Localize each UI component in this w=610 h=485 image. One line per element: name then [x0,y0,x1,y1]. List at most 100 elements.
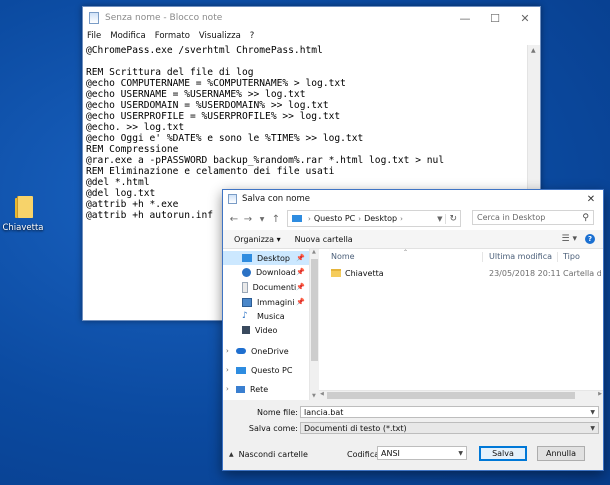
maximize-icon[interactable]: ☐ [480,7,510,29]
back-arrow-icon[interactable]: ← [227,214,241,225]
search-input[interactable]: Cerca in Desktop ⚲ [472,210,594,225]
menu-modifica[interactable]: Modifica [110,31,146,41]
tree-item-download[interactable]: Download 📌 [223,265,309,279]
scroll-up-icon[interactable]: ▲ [312,249,316,255]
scroll-right-icon[interactable]: ▶ [598,391,602,397]
dialog-toolbar: Organizza ▾ Nuova cartella ☰ ▾ ? [223,230,603,248]
filename-input[interactable]: lancia.bat ▼ [300,406,599,418]
minimize-icon[interactable]: — [450,7,480,29]
savetype-label: Salva come: [248,424,298,433]
text-line: @ChromePass.exe /sverhtml ChromePass.htm… [86,45,323,56]
file-type: Cartella di file [563,269,601,278]
expand-chevron-icon[interactable]: › [226,347,229,355]
search-placeholder: Cerca in Desktop [477,213,546,222]
documents-icon [242,281,248,293]
menu-visualizza[interactable]: Visualizza [199,31,241,41]
tree-item-musica[interactable]: ♪ Musica [223,309,309,323]
organize-button[interactable]: Organizza ▾ [234,235,281,244]
chevron-down-icon[interactable]: ▼ [590,407,595,419]
video-icon [242,326,250,334]
file-list-header: Nome ⌃ Ultima modifica Tipo [319,249,603,263]
file-name: Chiavetta [345,269,384,278]
text-line: @echo USERPROFILE = %USERPROFILE% >> log… [86,111,341,122]
tree-item-label: Download [256,267,296,277]
tree-item-onedrive[interactable]: › OneDrive [223,344,309,358]
text-line: @echo Oggi e' %DATE% e sono le %TIME% >>… [86,133,364,144]
desktop-icon [242,254,252,262]
column-header-ultima-modifica[interactable]: Ultima modifica [489,252,552,261]
navigation-pane-scrollbar[interactable]: ▲ ▼ [309,249,319,400]
chevron-up-icon: ▲ [229,451,234,458]
up-arrow-icon[interactable]: ↑ [269,214,283,225]
filename-value: lancia.bat [304,408,344,417]
tree-item-label: Rete [250,384,269,394]
dialog-app-icon [228,194,237,204]
refresh-icon[interactable]: ↻ [445,213,460,224]
chevron-right-icon[interactable]: › [358,215,361,223]
scroll-up-icon[interactable]: ▲ [531,47,536,54]
scrollbar-thumb[interactable] [327,392,575,399]
chevron-right-icon[interactable]: › [400,215,403,223]
text-line: @echo. >> log.txt [86,122,185,133]
view-options-icon[interactable]: ☰ ▾ [562,234,577,244]
breadcrumb-desktop[interactable]: Desktop [364,214,397,223]
recent-chevron-icon[interactable]: ▼ [255,216,269,223]
notepad-menubar: File Modifica Formato Visualizza ? [83,29,540,43]
text-line: REM Eliminazione e celamento dei file us… [86,166,335,177]
close-icon[interactable]: ✕ [579,194,603,205]
scroll-left-icon[interactable]: ◀ [320,391,324,397]
text-line: REM Compressione [86,144,179,155]
dialog-title: Salva con nome [242,194,310,204]
text-line: @echo USERNAME = %USERNAME% >> log.txt [86,89,306,100]
menu-formato[interactable]: Formato [155,31,190,41]
chevron-down-icon[interactable]: ▼ [458,447,463,460]
tree-item-questo-pc[interactable]: › Questo PC [223,363,309,377]
new-folder-button[interactable]: Nuova cartella [295,235,353,244]
address-bar[interactable]: › Questo PC › Desktop › ▼ ↻ [287,210,461,227]
chevron-down-icon[interactable]: ▼ [590,423,595,435]
table-row[interactable]: Chiavetta 23/05/2018 20:11 Cartella di f… [319,268,603,282]
dialog-titlebar[interactable]: Salva con nome ✕ [223,190,603,208]
download-icon [242,267,251,277]
tree-item-label: OneDrive [251,346,289,356]
breadcrumb-questo-pc[interactable]: Questo PC [314,214,355,223]
save-as-dialog: Salva con nome ✕ ← → ▼ ↑ › Questo PC › D… [222,189,604,471]
close-icon[interactable]: ✕ [510,7,540,29]
expand-chevron-icon[interactable]: › [226,366,229,374]
column-header-tipo[interactable]: Tipo [563,252,580,261]
help-icon[interactable]: ? [585,234,595,244]
computer-icon [236,366,246,374]
tree-item-video[interactable]: Video [223,323,309,337]
menu-help[interactable]: ? [250,31,255,41]
dialog-footer: ▲ Nascondi cartelle Codifica: ANSI ▼ Sal… [223,442,603,470]
search-icon: ⚲ [582,212,589,223]
folder-icon [15,196,33,218]
scrollbar-thumb[interactable] [311,259,318,361]
savetype-select[interactable]: Documenti di testo (*.txt) ▼ [300,422,599,434]
notepad-titlebar[interactable]: Senza nome - Blocco note — ☐ ✕ [83,7,540,29]
sort-up-icon: ⌃ [403,249,409,256]
tree-item-immagini[interactable]: Immagini 📌 [223,295,309,309]
notepad-app-icon [89,12,99,24]
cancel-button[interactable]: Annulla [537,446,585,461]
address-dropdown-icon[interactable]: ▼ [434,215,445,223]
expand-chevron-icon[interactable]: › [226,385,229,393]
encoding-select[interactable]: ANSI ▼ [377,446,467,460]
tree-item-rete[interactable]: › Rete [223,382,309,396]
tree-item-label: Immagini [257,297,295,307]
file-list-horizontal-scrollbar[interactable]: ◀ ▶ [319,390,603,400]
tree-item-documenti[interactable]: Documenti 📌 [223,280,309,294]
menu-file[interactable]: File [87,31,101,41]
tree-item-desktop[interactable]: Desktop 📌 [223,251,309,265]
save-button[interactable]: Salva [479,446,527,461]
savetype-value: Documenti di testo (*.txt) [304,424,407,433]
scroll-down-icon[interactable]: ▼ [312,393,316,399]
pin-icon: 📌 [296,298,305,306]
chevron-right-icon[interactable]: › [308,215,311,223]
filename-label: Nome file: [256,408,298,417]
forward-arrow-icon[interactable]: → [241,214,255,225]
desktop-folder-chiavetta[interactable]: Chiavetta [2,196,44,233]
hide-folders-toggle[interactable]: ▲ Nascondi cartelle [229,450,308,459]
column-header-nome[interactable]: Nome [331,252,355,261]
tree-item-label: Video [255,325,278,335]
